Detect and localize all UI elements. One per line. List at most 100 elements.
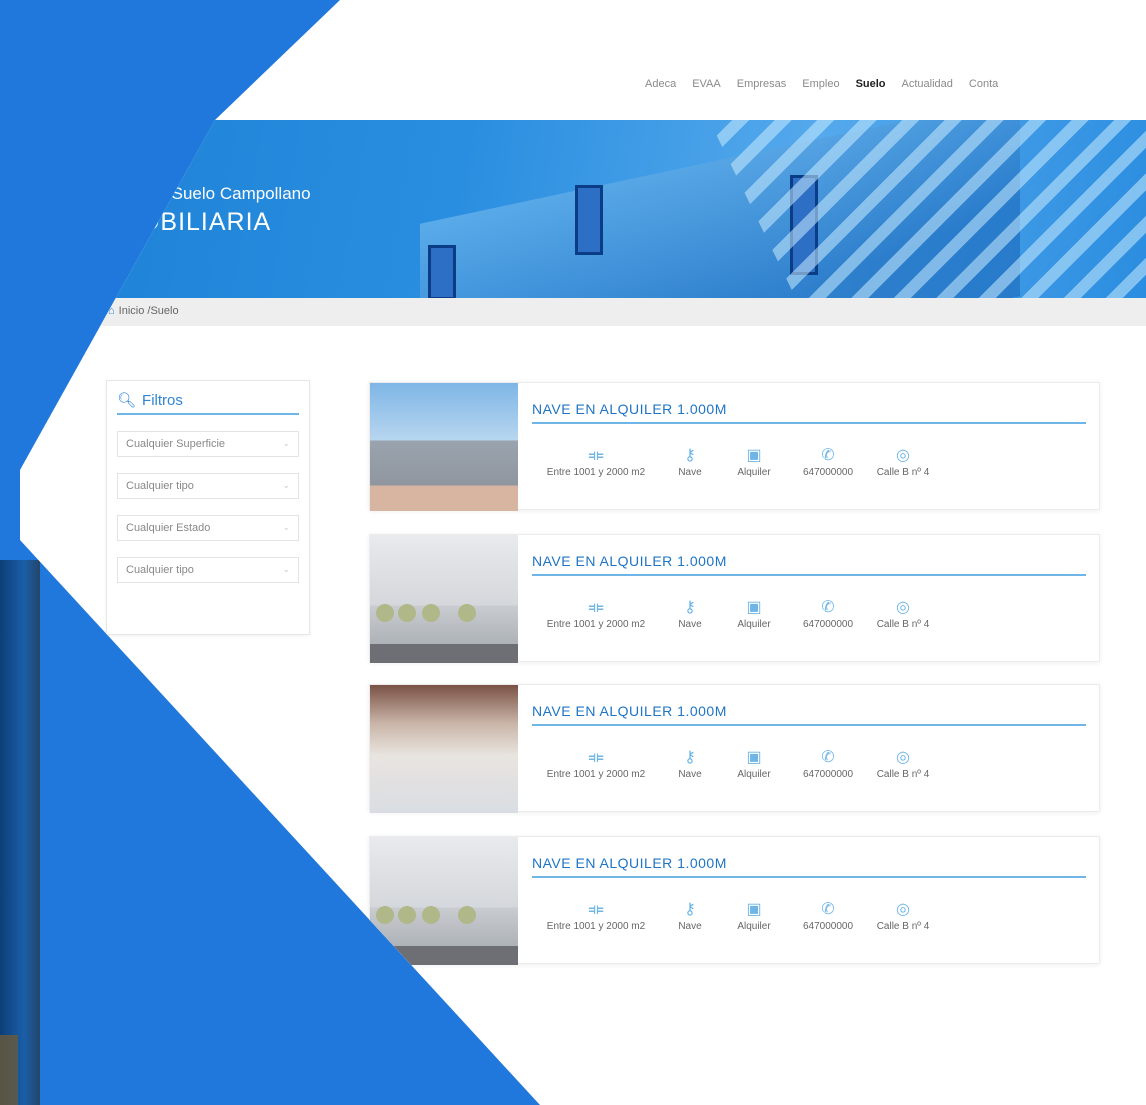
listing-card[interactable]: NAVE EN ALQUILER 1.000M ⟚ Entre 1001 y 20… xyxy=(369,534,1100,663)
detail-address: ◎ Calle B nº 4 xyxy=(868,445,938,478)
listing-title[interactable]: NAVE EN ALQUILER 1.000M xyxy=(532,553,1086,576)
filter-tipo-select[interactable]: Cualquier tipo ⌄ xyxy=(117,473,299,499)
nav-empleo[interactable]: Empleo xyxy=(802,78,839,90)
detail-address-value: Calle B nº 4 xyxy=(876,467,930,478)
tree xyxy=(458,593,476,633)
detail-address: ◎ Calle B nº 4 xyxy=(868,747,938,780)
listing-photo[interactable] xyxy=(370,837,518,965)
nav-actualidad[interactable]: Actualidad xyxy=(902,78,953,90)
top-nav: Adeca EVAA Empresas Empleo Suelo Actuali… xyxy=(645,78,998,90)
select-value: Cualquier Estado xyxy=(126,522,211,534)
listing-photo[interactable] xyxy=(370,685,518,813)
detail-phone: ✆ 647000000 xyxy=(788,445,868,478)
detail-type: ⚷ Nave xyxy=(660,597,720,630)
phone-icon: ✆ xyxy=(821,447,835,464)
listing-card[interactable]: NAVE EN ALQUILER 1.000M ⟚ Entre 1001 y 20… xyxy=(369,836,1100,965)
detail-mode: ▣ Alquiler xyxy=(720,597,788,630)
listing-title[interactable]: NAVE EN ALQUILER 1.000M xyxy=(532,703,1086,726)
breadcrumb-home[interactable]: Inicio xyxy=(119,305,145,317)
tree xyxy=(398,895,416,935)
listing-title[interactable]: NAVE EN ALQUILER 1.000M xyxy=(532,855,1086,878)
chevron-down-icon: ⌄ xyxy=(282,438,290,448)
location-pin-icon: ◎ xyxy=(896,749,910,766)
detail-type: ⚷ Nave xyxy=(660,445,720,478)
nav-contacto[interactable]: Conta xyxy=(969,78,998,90)
select-value: Cualquier Superficie xyxy=(126,438,226,450)
detail-size-value: Entre 1001 y 2000 m2 xyxy=(546,467,646,478)
detail-type-value: Nave xyxy=(678,769,702,780)
filter-estado-select[interactable]: Cualquier Estado ⌄ xyxy=(117,515,299,541)
hero-window xyxy=(575,185,603,255)
phone-icon: ✆ xyxy=(821,749,835,766)
detail-phone-value: 647000000 xyxy=(802,921,854,932)
hero-title: IOBILIARIA xyxy=(132,208,272,236)
phone-icon: ✆ xyxy=(821,901,835,918)
detail-mode: ▣ Alquiler xyxy=(720,445,788,478)
detail-address-value: Calle B nº 4 xyxy=(876,769,930,780)
detail-mode-value: Alquiler xyxy=(737,769,771,780)
listing-details: ⟚ Entre 1001 y 2000 m2 ⚷ Nave ▣ Alquiler ✆ 6… xyxy=(532,747,938,780)
key-icon: ⚷ xyxy=(684,901,696,918)
key-icon: ⚷ xyxy=(684,749,696,766)
key-icon: ⚷ xyxy=(684,599,696,616)
breadcrumb: ⌂ Inicio /Suelo xyxy=(20,298,1146,326)
website-screenshot-panel: Adeca EVAA Empresas Empleo Suelo Actuali… xyxy=(20,0,1146,1105)
nav-suelo[interactable]: Suelo xyxy=(856,78,886,90)
listing-photo[interactable] xyxy=(370,535,518,663)
search-icon: 🔍︎ xyxy=(117,392,137,409)
breadcrumb-current: Suelo xyxy=(150,305,179,317)
filter-tipo2-select[interactable]: Cualquier tipo ⌄ xyxy=(117,557,299,583)
expand-icon: ⟚ xyxy=(588,749,604,766)
filters-title: 🔍︎ Filtros xyxy=(117,391,299,415)
tree xyxy=(398,593,416,633)
nav-adeca[interactable]: Adeca xyxy=(645,78,676,90)
filter-superficie-select[interactable]: Cualquier Superficie ⌄ xyxy=(117,431,299,457)
tree xyxy=(422,895,440,935)
nav-evaa[interactable]: EVAA xyxy=(692,78,721,90)
listing-photo[interactable] xyxy=(370,383,518,511)
filters-panel: 🔍︎ Filtros Cualquier Superficie ⌄ Cualqui… xyxy=(106,380,310,635)
detail-mode-value: Alquiler xyxy=(737,619,771,630)
detail-phone: ✆ 647000000 xyxy=(788,747,868,780)
chevron-down-icon: ⌄ xyxy=(282,564,290,574)
wallet-icon: ▣ xyxy=(746,599,762,616)
tree xyxy=(376,593,394,633)
listing-card[interactable]: NAVE EN ALQUILER 1.000M ⟚ Entre 1001 y 20… xyxy=(369,382,1100,511)
detail-size: ⟚ Entre 1001 y 2000 m2 xyxy=(532,445,660,478)
floor-seam xyxy=(0,1035,18,1105)
detail-type: ⚷ Nave xyxy=(660,747,720,780)
tree xyxy=(458,895,476,935)
wallet-icon: ▣ xyxy=(746,447,762,464)
hero-window xyxy=(428,245,456,298)
filters-label: Filtros xyxy=(142,391,183,409)
nav-empresas[interactable]: Empresas xyxy=(737,78,787,90)
detail-phone: ✆ 647000000 xyxy=(788,597,868,630)
home-icon[interactable]: ⌂ xyxy=(108,305,115,317)
expand-icon: ⟚ xyxy=(588,901,604,918)
listing-details: ⟚ Entre 1001 y 2000 m2 ⚷ Nave ▣ Alquiler ✆ 6… xyxy=(532,597,938,630)
listing-details: ⟚ Entre 1001 y 2000 m2 ⚷ Nave ▣ Alquiler ✆ 6… xyxy=(532,899,938,932)
detail-size: ⟚ Entre 1001 y 2000 m2 xyxy=(532,747,660,780)
expand-icon: ⟚ xyxy=(588,599,604,616)
tree xyxy=(376,895,394,935)
detail-type-value: Nave xyxy=(678,467,702,478)
detail-address-value: Calle B nº 4 xyxy=(876,619,930,630)
listing-title[interactable]: NAVE EN ALQUILER 1.000M xyxy=(532,401,1086,424)
detail-type-value: Nave xyxy=(678,921,702,932)
background-photo xyxy=(0,560,40,1105)
detail-address: ◎ Calle B nº 4 xyxy=(868,597,938,630)
detail-phone: ✆ 647000000 xyxy=(788,899,868,932)
detail-size-value: Entre 1001 y 2000 m2 xyxy=(546,921,646,932)
chevron-down-icon: ⌄ xyxy=(282,480,290,490)
detail-size-value: Entre 1001 y 2000 m2 xyxy=(546,769,646,780)
hero-subtitle: de Suelo Campollano xyxy=(148,184,311,203)
detail-address: ◎ Calle B nº 4 xyxy=(868,899,938,932)
wallet-icon: ▣ xyxy=(746,901,762,918)
detail-mode: ▣ Alquiler xyxy=(720,747,788,780)
detail-mode-value: Alquiler xyxy=(737,921,771,932)
detail-phone-value: 647000000 xyxy=(802,769,854,780)
listing-card[interactable]: NAVE EN ALQUILER 1.000M ⟚ Entre 1001 y 20… xyxy=(369,684,1100,813)
detail-size: ⟚ Entre 1001 y 2000 m2 xyxy=(532,899,660,932)
detail-type-value: Nave xyxy=(678,619,702,630)
listing-details: ⟚ Entre 1001 y 2000 m2 ⚷ Nave ▣ Alquiler ✆ 6… xyxy=(532,445,938,478)
